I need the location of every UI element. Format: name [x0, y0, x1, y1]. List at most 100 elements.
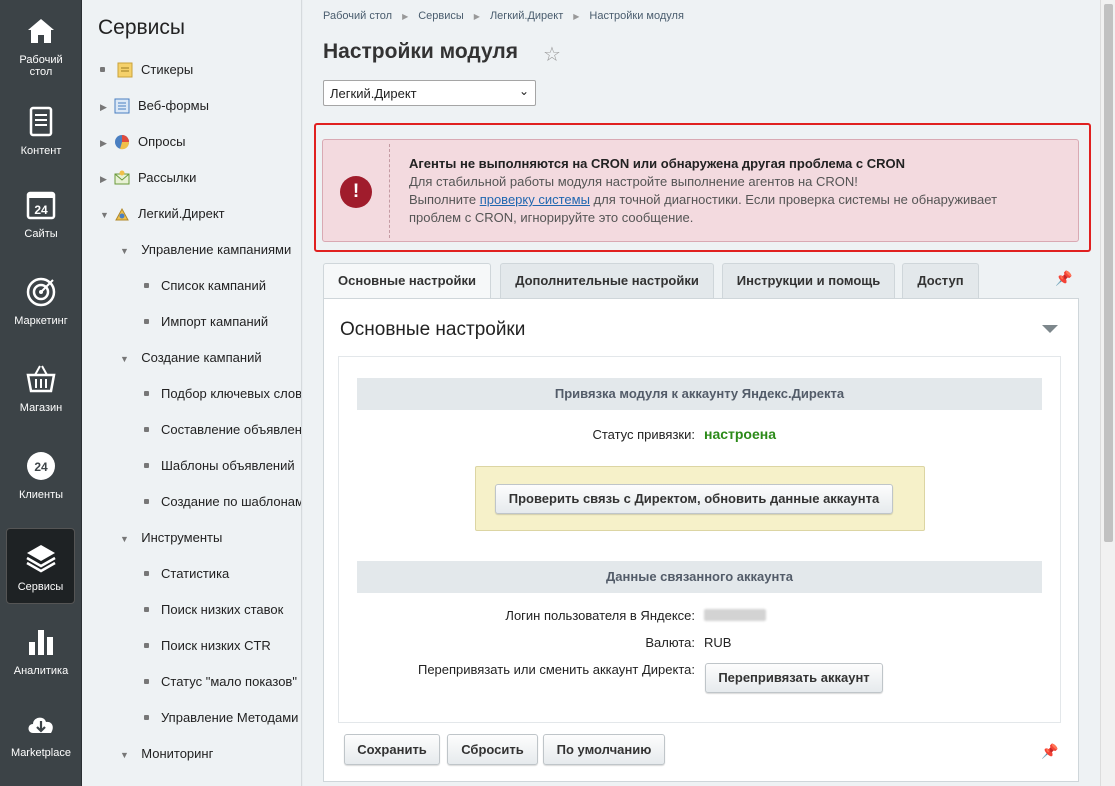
tree-item-statistics[interactable]: Статистика — [144, 565, 229, 583]
tab-access[interactable]: Доступ — [902, 263, 979, 299]
login-label: Логин пользователя в Яндексе: — [505, 608, 695, 623]
tree-item-low-ctr[interactable]: Поиск низких CTR — [144, 637, 271, 655]
bullet-icon — [144, 499, 149, 505]
expand-arrow-icon[interactable]: ▶ — [100, 170, 114, 188]
alert-line: Выполните проверку системы для точной ди… — [409, 191, 997, 209]
rail-item-clients[interactable]: 24 Клиенты — [0, 449, 82, 501]
currency-value: RUB — [704, 635, 732, 650]
tree-item-method-management[interactable]: Управление Методами — [144, 709, 298, 727]
bullet-icon — [144, 715, 149, 721]
collapse-arrow-icon[interactable]: ▼ — [100, 206, 114, 224]
alert-line: Для стабильной работы модуля настройте в… — [409, 174, 858, 189]
save-button[interactable]: Сохранить — [344, 734, 440, 765]
collapse-triangle-icon[interactable] — [1042, 325, 1058, 333]
tab-additional-settings[interactable]: Дополнительные настройки — [500, 263, 714, 299]
tree-item-label: Рассылки — [138, 170, 197, 185]
rail-item-sites[interactable]: 24 Сайты — [0, 188, 82, 240]
expand-arrow-icon[interactable]: ▶ — [100, 98, 114, 116]
rail-item-marketing[interactable]: Маркетинг — [0, 275, 82, 327]
tree-item-campaign-creation[interactable]: ▼ Создание кампаний — [120, 349, 262, 367]
bullet-icon — [144, 607, 149, 613]
tree-item-low-bids[interactable]: Поиск низких ставок — [144, 601, 283, 619]
home-icon — [28, 19, 54, 43]
tree-item-light-direct[interactable]: ▼ Легкий.Директ — [100, 205, 225, 223]
alert-text: Выполните — [409, 192, 480, 207]
tree-item-campaign-import[interactable]: Импорт кампаний — [144, 313, 268, 331]
rail-item-shop[interactable]: Магазин — [0, 362, 82, 414]
tree-item-mailings[interactable]: ▶ Рассылки — [100, 169, 196, 187]
currency-label: Валюта: — [645, 635, 695, 650]
layers-icon — [25, 545, 56, 573]
collapse-arrow-icon[interactable]: ▼ — [120, 242, 134, 260]
bullet-icon — [144, 643, 149, 649]
settings-panel: Основные настройки Привязка модуля к акк… — [323, 298, 1079, 782]
tree-item-label: Управление кампаниями — [141, 242, 292, 257]
rail-label: Контент — [20, 145, 62, 157]
chevron-down-icon: ⌄ — [518, 84, 529, 98]
tab-main-settings[interactable]: Основные настройки — [323, 263, 491, 301]
rail-item-content[interactable]: Контент — [0, 105, 82, 157]
rail-item-analytics[interactable]: Аналитика — [0, 625, 82, 677]
crm-24-icon: 24 — [27, 452, 55, 480]
alert-line: проблем с CRON, игнорируйте это сообщени… — [409, 210, 694, 225]
tree-item-label: Статистика — [161, 566, 230, 581]
tree-item-webforms[interactable]: ▶ Веб-формы — [100, 97, 209, 115]
breadcrumb-current[interactable]: Настройки модуля — [589, 10, 683, 22]
bullet-icon — [144, 571, 149, 577]
rail-label: Клиенты — [18, 489, 64, 501]
breadcrumb-link[interactable]: Рабочий стол — [323, 10, 392, 22]
tree-item-monitoring[interactable]: ▼ Мониторинг — [120, 745, 213, 763]
rail-label: Маркетинг — [14, 315, 68, 327]
system-check-link[interactable]: проверку системы — [480, 192, 590, 207]
svg-text:24: 24 — [34, 460, 48, 474]
rebind-account-button[interactable]: Перепривязать аккаунт — [705, 663, 883, 693]
tree-item-label: Легкий.Директ — [138, 206, 225, 221]
bullet-icon — [144, 463, 149, 469]
tree-item-label: Опросы — [138, 134, 186, 149]
alert-title: Агенты не выполняются на CRON или обнару… — [409, 156, 906, 171]
pin-icon[interactable]: 📌 — [1041, 743, 1058, 760]
default-button[interactable]: По умолчанию — [543, 734, 665, 765]
scrollbar-thumb[interactable] — [1104, 4, 1113, 542]
services-tree-panel: Сервисы Стикеры ▶ Веб-формы ▶ Опросы ▶ Расс… — [82, 0, 302, 786]
check-connection-box: Проверить связь с Директом, обновить дан… — [475, 466, 925, 531]
vertical-scrollbar[interactable] — [1100, 0, 1115, 786]
tree-item-campaign-management[interactable]: ▼ Управление кампаниями — [120, 241, 291, 259]
tree-item-label: Поиск низких ставок — [161, 602, 284, 617]
tab-instructions-help[interactable]: Инструкции и помощь — [722, 263, 895, 299]
status-label: Статус привязки: — [592, 427, 695, 442]
cron-alert: ! Агенты не выполняются на CRON или обна… — [322, 139, 1079, 242]
pin-icon[interactable]: 📌 — [1055, 270, 1072, 287]
tree-item-keywords[interactable]: Подбор ключевых слов — [144, 385, 301, 403]
tree-item-create-from-templates[interactable]: Создание по шаблонам — [144, 493, 301, 511]
collapse-arrow-icon[interactable]: ▼ — [120, 350, 134, 368]
tree-item-tools[interactable]: ▼ Инструменты — [120, 529, 222, 547]
rail-item-marketplace[interactable]: Marketplace — [0, 707, 82, 759]
section-header-binding: Привязка модуля к аккаунту Яндекс.Директ… — [357, 378, 1042, 410]
breadcrumb-link[interactable]: Сервисы — [418, 10, 464, 22]
tree-item-label: Веб-формы — [138, 98, 209, 113]
check-connection-button[interactable]: Проверить связь с Директом, обновить дан… — [495, 484, 893, 514]
breadcrumb-link[interactable]: Легкий.Директ — [490, 10, 563, 22]
tree-item-low-impressions[interactable]: Статус "мало показов" — [144, 673, 297, 691]
favorite-star-icon[interactable]: ☆ — [543, 42, 561, 67]
bar-chart-icon — [29, 630, 53, 655]
tree-item-polls[interactable]: ▶ Опросы — [100, 133, 185, 151]
tree-item-label: Инструменты — [141, 530, 223, 545]
collapse-arrow-icon[interactable]: ▼ — [120, 530, 134, 548]
tree-item-label: Составление объявлений — [161, 422, 302, 437]
expand-arrow-icon[interactable]: ▶ — [100, 134, 114, 152]
reset-button[interactable]: Сбросить — [447, 734, 538, 765]
module-select[interactable]: Легкий.Директ ⌄ — [323, 80, 536, 106]
tree-item-campaign-list[interactable]: Список кампаний — [144, 277, 266, 295]
rail-item-desktop[interactable]: Рабочий стол — [0, 14, 82, 78]
target-icon — [26, 277, 56, 307]
tree-item-stickers[interactable]: Стикеры — [100, 61, 193, 79]
mail-icon — [114, 170, 130, 185]
login-value-redacted — [704, 609, 766, 624]
tree-item-ad-composition[interactable]: Составление объявлений — [144, 421, 302, 439]
tree-item-ad-templates[interactable]: Шаблоны объявлений — [144, 457, 295, 475]
collapse-arrow-icon[interactable]: ▼ — [120, 746, 134, 764]
tree-title: Сервисы — [98, 16, 186, 39]
rail-item-services[interactable]: Сервисы — [6, 528, 75, 604]
